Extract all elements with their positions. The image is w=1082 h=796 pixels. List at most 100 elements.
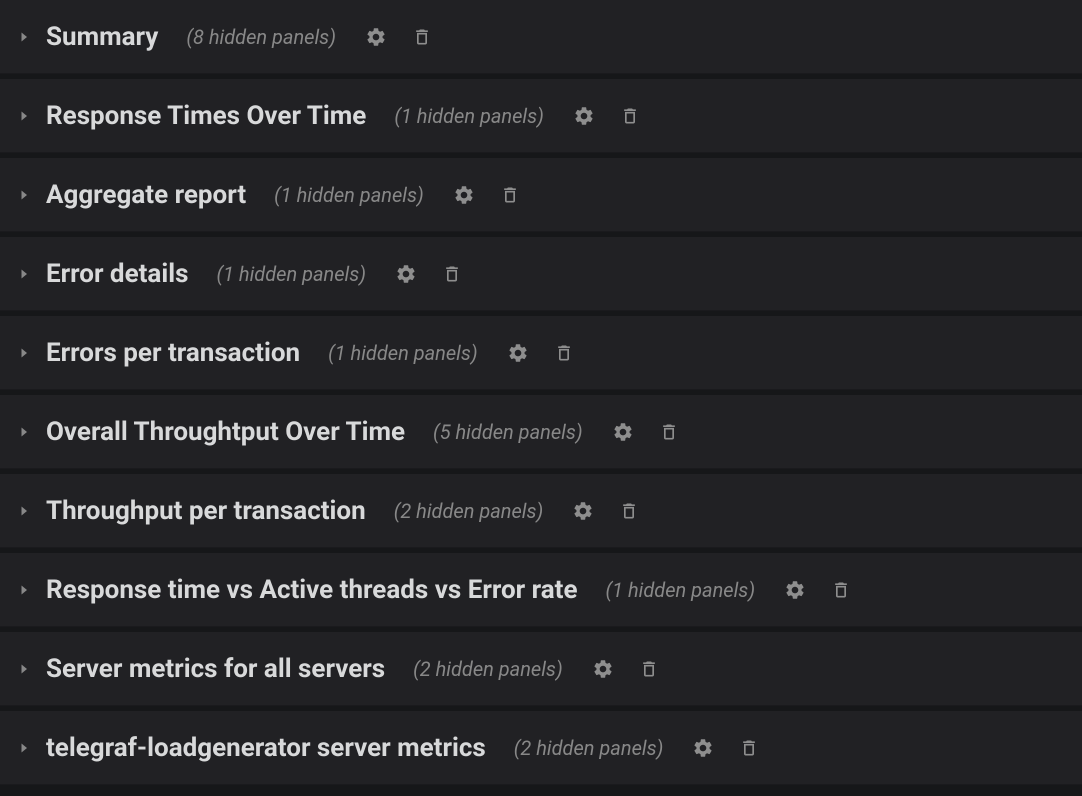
dashboard-row: Response Times Over Time (1 hidden panel… [0, 79, 1082, 153]
expand-toggle[interactable] [14, 659, 34, 679]
trash-icon [620, 105, 640, 127]
trash-icon [619, 500, 639, 522]
dashboard-row: Errors per transaction (1 hidden panels) [0, 316, 1082, 390]
gear-icon [592, 658, 614, 680]
row-title[interactable]: Summary [46, 22, 158, 52]
row-title[interactable]: Throughput per transaction [46, 496, 366, 526]
dashboard-row: Summary (8 hidden panels) [0, 0, 1082, 74]
hidden-panels-label: (2 hidden panels) [514, 736, 664, 760]
gear-icon [612, 421, 634, 443]
delete-button[interactable] [440, 262, 464, 286]
delete-button[interactable] [498, 183, 522, 207]
trash-icon [442, 263, 462, 285]
gear-icon [692, 737, 714, 759]
delete-button[interactable] [737, 736, 761, 760]
gear-icon [784, 579, 806, 601]
dashboard-row: Error details (1 hidden panels) [0, 237, 1082, 311]
dashboard-row: Response time vs Active threads vs Error… [0, 553, 1082, 627]
chevron-right-icon [19, 585, 29, 595]
expand-toggle[interactable] [14, 27, 34, 47]
delete-button[interactable] [410, 25, 434, 49]
settings-button[interactable] [691, 736, 715, 760]
trash-icon [831, 579, 851, 601]
row-title[interactable]: Response time vs Active threads vs Error… [46, 575, 578, 605]
expand-toggle[interactable] [14, 343, 34, 363]
chevron-right-icon [19, 506, 29, 516]
settings-button[interactable] [394, 262, 418, 286]
gear-icon [453, 184, 475, 206]
expand-toggle[interactable] [14, 501, 34, 521]
chevron-right-icon [19, 743, 29, 753]
dashboard-row: Overall Throughtput Over Time (5 hidden … [0, 395, 1082, 469]
trash-icon [639, 658, 659, 680]
expand-toggle[interactable] [14, 422, 34, 442]
dashboard-row: Server metrics for all servers (2 hidden… [0, 632, 1082, 706]
delete-button[interactable] [618, 104, 642, 128]
gear-icon [507, 342, 529, 364]
gear-icon [365, 26, 387, 48]
dashboard-rows-container: Summary (8 hidden panels) Response Times… [0, 0, 1082, 790]
row-actions [783, 578, 853, 602]
row-actions [611, 420, 681, 444]
hidden-panels-label: (1 hidden panels) [328, 341, 478, 365]
row-actions [506, 341, 576, 365]
settings-button[interactable] [783, 578, 807, 602]
hidden-panels-label: (2 hidden panels) [394, 499, 544, 523]
hidden-panels-label: (8 hidden panels) [186, 25, 336, 49]
dashboard-row: Aggregate report (1 hidden panels) [0, 158, 1082, 232]
row-actions [691, 736, 761, 760]
trash-icon [500, 184, 520, 206]
row-title[interactable]: Aggregate report [46, 180, 246, 210]
row-actions [591, 657, 661, 681]
row-title[interactable]: Error details [46, 259, 188, 289]
chevron-right-icon [19, 348, 29, 358]
row-actions [452, 183, 522, 207]
expand-toggle[interactable] [14, 106, 34, 126]
hidden-panels-label: (1 hidden panels) [274, 183, 424, 207]
settings-button[interactable] [364, 25, 388, 49]
dashboard-row: telegraf-loadgenerator server metrics (2… [0, 711, 1082, 785]
trash-icon [739, 737, 759, 759]
hidden-panels-label: (1 hidden panels) [394, 104, 544, 128]
gear-icon [395, 263, 417, 285]
delete-button[interactable] [637, 657, 661, 681]
settings-button[interactable] [571, 499, 595, 523]
chevron-right-icon [19, 32, 29, 42]
settings-button[interactable] [572, 104, 596, 128]
settings-button[interactable] [611, 420, 635, 444]
delete-button[interactable] [617, 499, 641, 523]
hidden-panels-label: (2 hidden panels) [413, 657, 563, 681]
expand-toggle[interactable] [14, 264, 34, 284]
trash-icon [554, 342, 574, 364]
chevron-right-icon [19, 269, 29, 279]
dashboard-row: Throughput per transaction (2 hidden pan… [0, 474, 1082, 548]
hidden-panels-label: (1 hidden panels) [216, 262, 366, 286]
row-title[interactable]: Errors per transaction [46, 338, 300, 368]
trash-icon [412, 26, 432, 48]
expand-toggle[interactable] [14, 185, 34, 205]
trash-icon [659, 421, 679, 443]
delete-button[interactable] [552, 341, 576, 365]
row-actions [394, 262, 464, 286]
settings-button[interactable] [506, 341, 530, 365]
row-title[interactable]: telegraf-loadgenerator server metrics [46, 733, 486, 763]
row-actions [571, 499, 641, 523]
row-title[interactable]: Server metrics for all servers [46, 654, 385, 684]
chevron-right-icon [19, 664, 29, 674]
chevron-right-icon [19, 427, 29, 437]
expand-toggle[interactable] [14, 580, 34, 600]
delete-button[interactable] [829, 578, 853, 602]
gear-icon [572, 500, 594, 522]
settings-button[interactable] [591, 657, 615, 681]
row-title[interactable]: Overall Throughtput Over Time [46, 417, 405, 447]
hidden-panels-label: (1 hidden panels) [606, 578, 756, 602]
row-actions [572, 104, 642, 128]
expand-toggle[interactable] [14, 738, 34, 758]
gear-icon [573, 105, 595, 127]
settings-button[interactable] [452, 183, 476, 207]
row-title[interactable]: Response Times Over Time [46, 101, 366, 131]
row-actions [364, 25, 434, 49]
delete-button[interactable] [657, 420, 681, 444]
chevron-right-icon [19, 190, 29, 200]
hidden-panels-label: (5 hidden panels) [433, 420, 583, 444]
